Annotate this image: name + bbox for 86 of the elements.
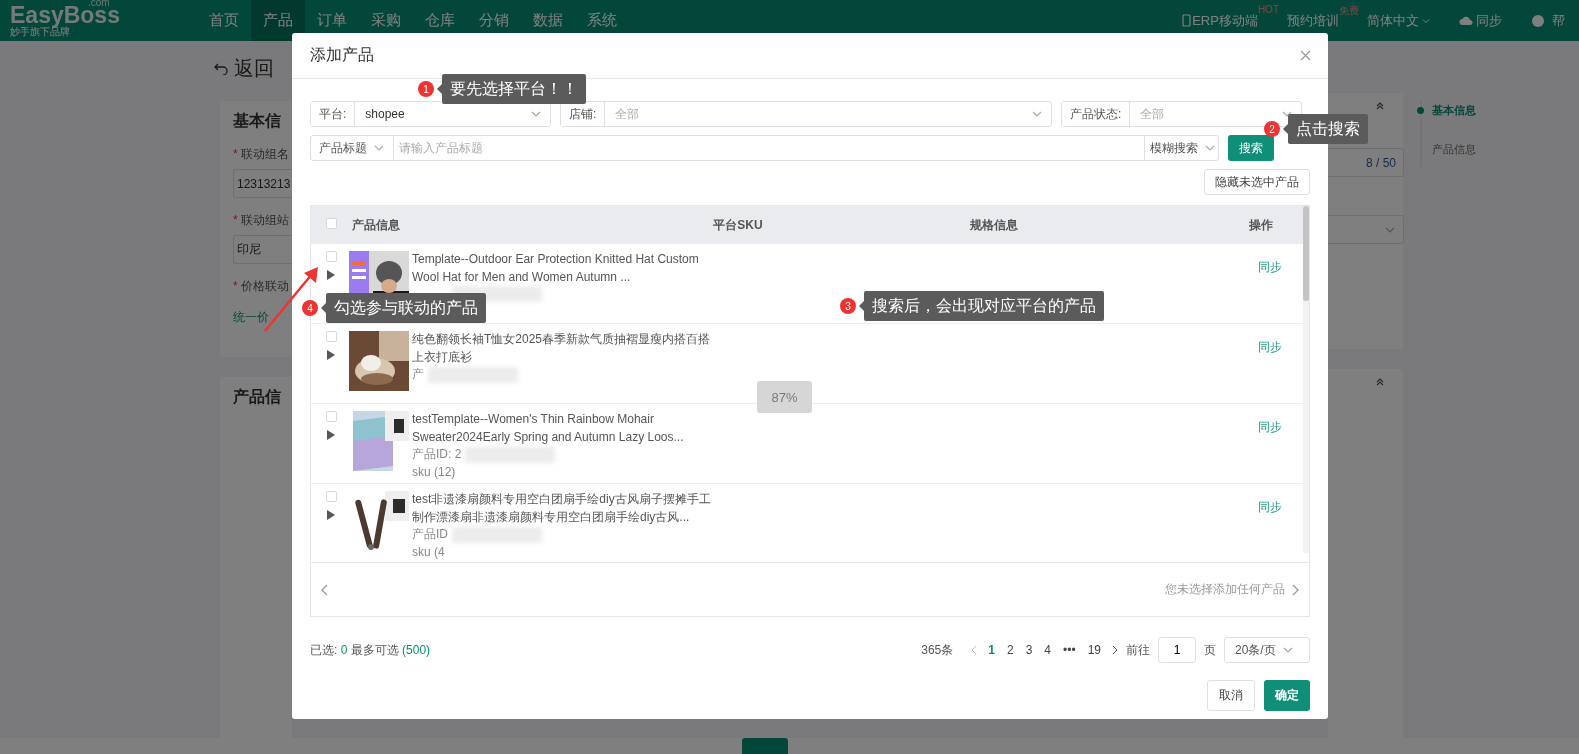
chevron-left-icon[interactable] (321, 583, 329, 596)
cloud-icon (1459, 14, 1473, 27)
sku-count: sku (4 (412, 543, 446, 561)
callout-tooltip: 勾选参与联动的产品 (321, 292, 486, 324)
confirm-button[interactable]: 确定 (1264, 680, 1310, 711)
prev-page-icon[interactable] (971, 645, 979, 655)
cancel-button[interactable]: 取消 (1207, 680, 1255, 711)
sync-link[interactable]: 同步 (1258, 259, 1282, 275)
sync-link[interactable]: 同步 (1258, 419, 1282, 435)
goto-label: 前往 (1126, 641, 1150, 659)
card-title: 产品信 (233, 387, 282, 407)
phone-icon (1182, 14, 1192, 27)
sku-count: sku (12) (412, 463, 457, 481)
page-button[interactable]: ••• (1061, 643, 1078, 657)
nav-menu-item[interactable]: 产品 (251, 0, 305, 41)
row-checkbox[interactable] (325, 251, 337, 262)
page-button[interactable]: 2 (1004, 643, 1016, 657)
sync-link[interactable]: 同步 (1258, 339, 1282, 355)
page-button[interactable]: 4 (1042, 643, 1054, 657)
column-header: 操作 (1249, 216, 1274, 234)
product-title: testTemplate--Women's Thin Rainbow Mohair Sweater2024Early Spring and Autumn Lazy Loos... (412, 411, 685, 446)
footer-button[interactable] (741, 738, 788, 754)
product-title: 纯色翻领长袖T恤女2025春季新款气质抽褶显瘦内搭百搭上衣打底衫 (412, 331, 712, 366)
anchor-link[interactable]: 基本信息 (1432, 103, 1476, 118)
next-page-icon[interactable] (1111, 645, 1118, 655)
page-input[interactable]: 1 (1158, 637, 1196, 663)
expand-icon[interactable] (327, 430, 335, 440)
nav-menu-item[interactable]: 首页 (197, 0, 251, 41)
chevron-up-icon[interactable] (1375, 377, 1385, 387)
back-link[interactable]: 返回 (234, 54, 274, 82)
free-label: 免费 (1339, 4, 1359, 16)
expand-icon[interactable] (327, 270, 335, 280)
product-id: 产品ID: 2 (412, 446, 462, 463)
product-id: 产 (412, 366, 424, 383)
close-button[interactable] (1298, 48, 1312, 63)
active-dot (1417, 107, 1424, 114)
total-count: 365条 (921, 641, 954, 659)
chevron-right-icon[interactable] (1291, 583, 1299, 596)
column-header: 规格信息 (970, 216, 1018, 234)
anchor-link[interactable]: 产品信息 (1432, 142, 1476, 157)
search-field-select[interactable]: 产品标题 (310, 135, 394, 161)
logo-suffix: .com (88, 0, 110, 8)
chevron-up-icon[interactable] (1375, 101, 1385, 111)
search-field[interactable]: 请输入产品标题 (394, 135, 1144, 161)
selection-summary: 已选: 0 最多可选 (500) (310, 641, 431, 659)
hide-unselected-button[interactable]: 隐藏未选中产品 (1204, 169, 1310, 195)
callout-tooltip: 要先选择平台！！ (437, 73, 586, 105)
page-button[interactable]: 3 (1023, 643, 1035, 657)
row-checkbox[interactable] (325, 331, 337, 342)
column-header: 平台SKU (713, 216, 763, 234)
zoom-toast: 87% (757, 381, 812, 413)
sync-link[interactable]: 同步 (1258, 499, 1282, 515)
filter-select[interactable]: 店铺: 全部 (560, 101, 1052, 127)
training-link[interactable]: 预约培训 (1287, 11, 1339, 30)
sync-link[interactable]: 同步 (1476, 11, 1502, 30)
product-title: Template--Outdoor Ear Protection Knitted Hat Custom Wool Hat for Men and Women Autumn ... (412, 251, 700, 286)
help-link[interactable]: 帮 (1552, 11, 1565, 30)
price-option[interactable]: 统一价 (233, 309, 292, 326)
search-mode-select[interactable]: 模糊搜索 (1144, 135, 1219, 161)
callout-tooltip: 点击搜索 (1283, 113, 1368, 145)
expand-icon[interactable] (327, 350, 335, 360)
column-header: 产品信息 (351, 216, 400, 234)
page-button[interactable]: 19 (1085, 643, 1103, 657)
row-checkbox[interactable] (325, 411, 337, 422)
select-all-checkbox[interactable] (325, 218, 337, 229)
callout-tooltip: 搜索后，会出现对应平台的产品 (859, 290, 1104, 322)
field-label: * 联动组站 (233, 212, 290, 229)
mobile-link[interactable]: ERP移动端 (1192, 11, 1258, 30)
page-unit: 页 (1204, 641, 1216, 659)
field-label: * 价格联动 (233, 278, 290, 295)
dialog-title: 添加产品 (310, 45, 374, 65)
row-checkbox[interactable] (325, 491, 337, 502)
selection-note: 您未选择添加任何产品 (1165, 581, 1285, 598)
product-title: test非遗漆扇颜料专用空白团扇手绘diy古风扇子摆摊手工制作漂漆扇非遗漆扇颜料专用空白团扇手绘diy古风... (412, 491, 712, 526)
help-icon (1532, 14, 1544, 27)
hot-label: HOT (1257, 4, 1279, 15)
product-id: 产品ID (412, 526, 448, 543)
search-button[interactable]: 搜索 (1228, 135, 1274, 161)
expand-icon[interactable] (327, 510, 335, 520)
card-title: 基本信 (233, 111, 282, 131)
field-label: * 联动组名 (233, 146, 290, 163)
page-button[interactable]: 1 (986, 643, 997, 657)
page-size-select[interactable]: 20条/页 (1224, 637, 1310, 663)
back-icon[interactable] (214, 61, 228, 75)
language-select[interactable]: 简体中文 (1367, 11, 1419, 30)
scrollbar[interactable] (1303, 206, 1309, 553)
